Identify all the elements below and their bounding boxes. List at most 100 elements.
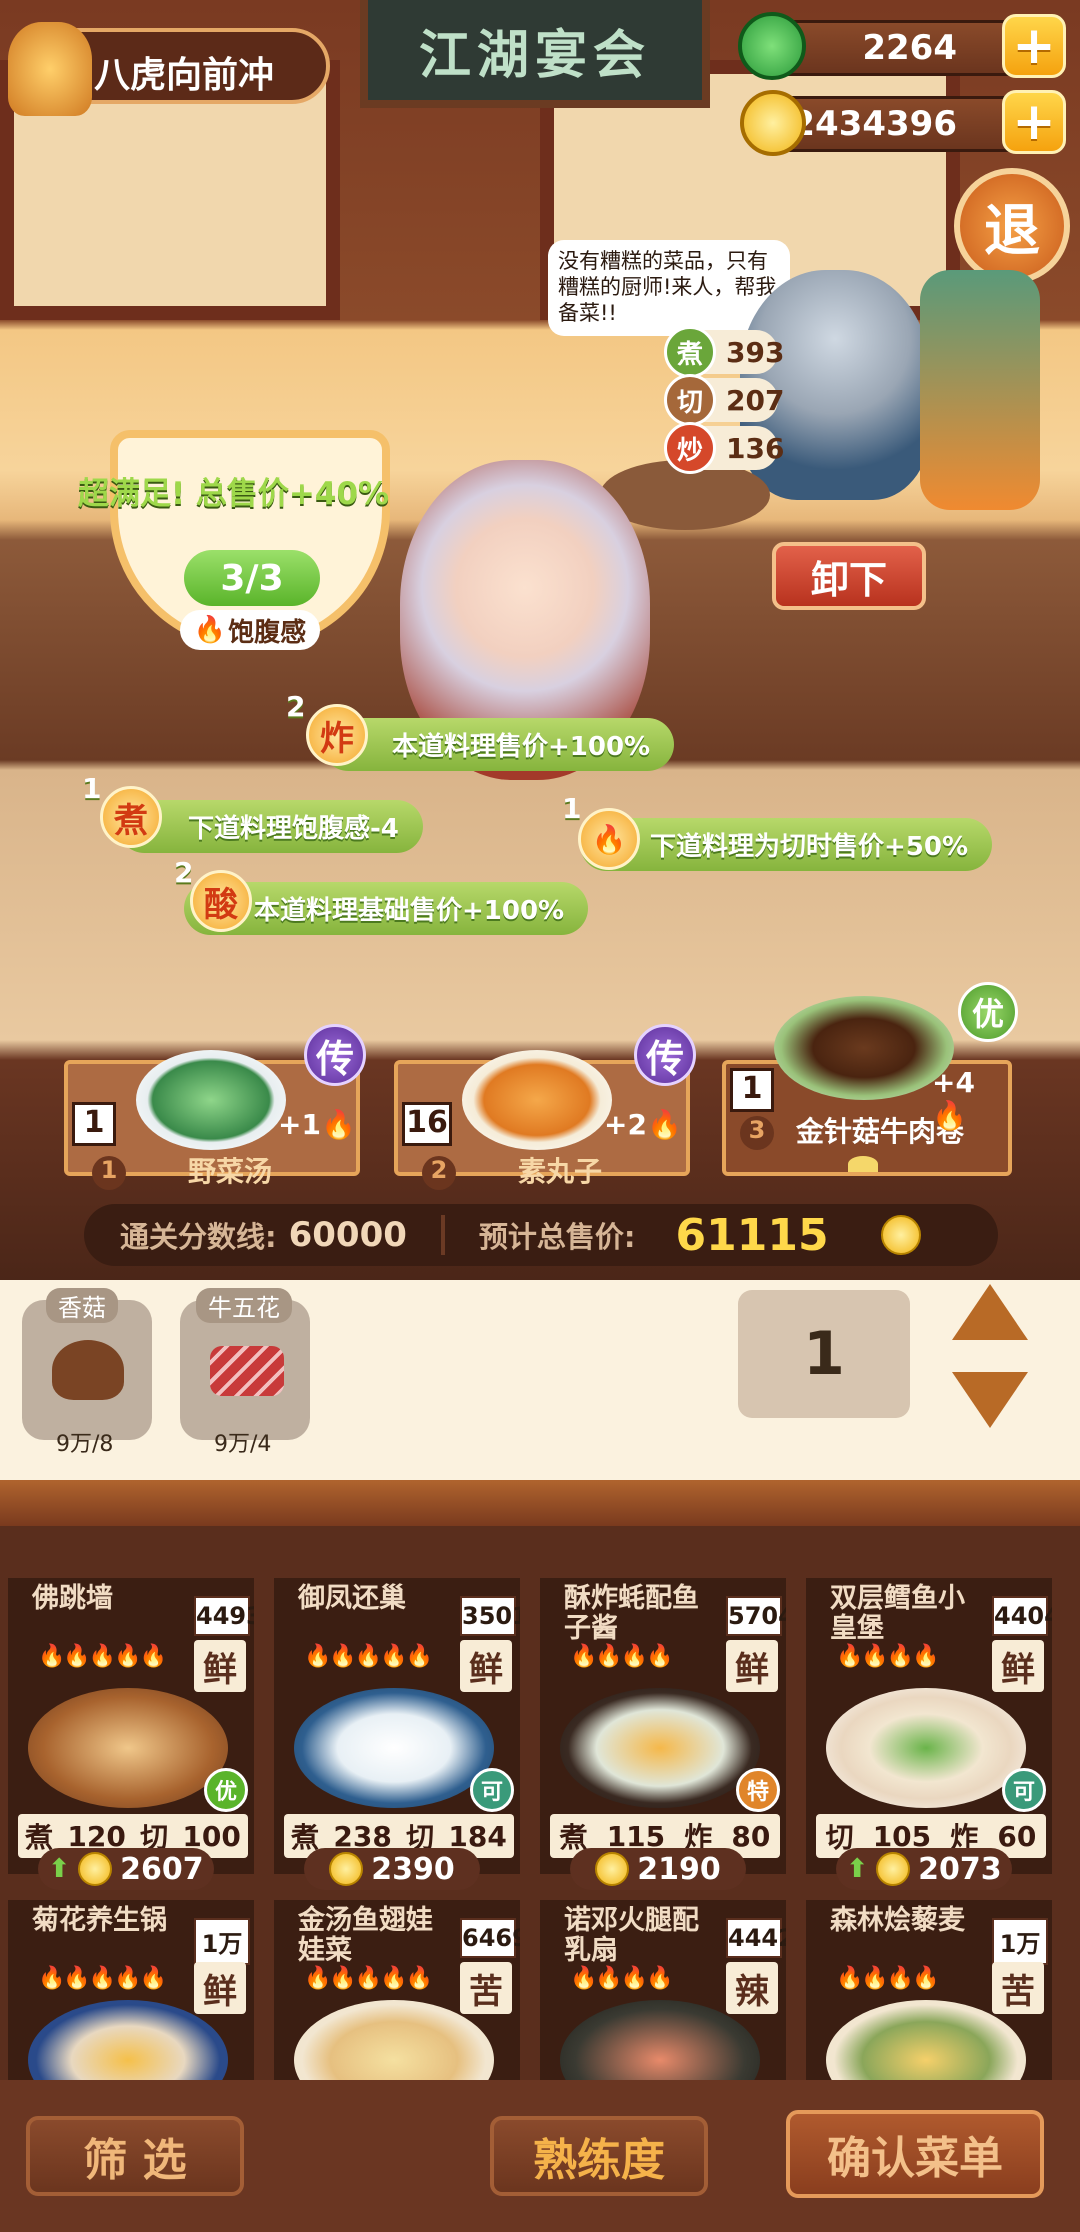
flame-rating: 🔥🔥🔥🔥 — [836, 1966, 940, 1991]
dish-image — [28, 1688, 228, 1808]
dish-sale-price: 2390 — [304, 1848, 480, 1890]
flame-rating: 🔥🔥🔥🔥 — [570, 1966, 674, 1991]
flame-rating: 🔥🔥🔥🔥🔥 — [304, 1644, 433, 1669]
dish-card[interactable]: 诺邓火腿配乳扇 4442 辣 🔥🔥🔥🔥 — [540, 1900, 786, 2080]
exit-button[interactable]: 退 — [954, 168, 1070, 284]
satisfaction-text: 超满足! 总售价+40% — [78, 476, 390, 512]
mushroom-icon — [52, 1340, 124, 1400]
rating-badge: 可 — [1002, 1768, 1046, 1812]
flame-icon: 🔥 — [193, 615, 227, 645]
coin-icon — [329, 1852, 364, 1886]
rarity-legend-badge: 传 — [304, 1024, 366, 1086]
dish-card[interactable]: 菊花养生锅 1万 鲜 🔥🔥🔥🔥🔥 — [8, 1900, 254, 2080]
selected-indicator-icon — [848, 1156, 878, 1172]
ingredient-stock: 9万/8 — [56, 1432, 114, 1457]
buff-boil-count: 1 — [82, 772, 102, 805]
decrease-arrow-icon[interactable] — [952, 1372, 1028, 1428]
dish-card[interactable]: 金汤鱼翅娃娃菜 6469 苦 🔥🔥🔥🔥🔥 — [274, 1900, 520, 2080]
bottom-action-bar: 筛 选 熟练度 确认菜单 — [0, 2080, 1080, 2232]
flame-rating: 🔥🔥🔥🔥🔥 — [304, 1966, 433, 1991]
rarity-good-badge: 优 — [958, 982, 1018, 1042]
player-name: 八虎向前冲 — [94, 55, 275, 96]
event-banner: 江湖宴会 — [360, 0, 710, 108]
buff-cut-count: 1 — [562, 792, 582, 825]
buff-fry-bubble: 本道料理售价+100% — [322, 718, 675, 771]
ingredient-panel: 香菇 9万/8 牛五花 9万/4 1 — [0, 1280, 1080, 1480]
flame-rating: 🔥🔥🔥🔥🔥 — [38, 1966, 167, 1991]
veg-ball-image — [462, 1050, 612, 1150]
rating-badge: 优 — [204, 1768, 248, 1812]
increase-arrow-icon[interactable] — [952, 1284, 1028, 1340]
add-jade-button[interactable]: + — [1002, 14, 1066, 78]
proficiency-button[interactable]: 熟练度 — [490, 2116, 708, 2196]
jar-icon — [920, 270, 1040, 510]
dish-card[interactable]: 酥炸蚝配鱼子酱 5704 鲜 🔥🔥🔥🔥 特 煮115炸80 — [540, 1578, 786, 1874]
dish-image — [826, 1688, 1026, 1808]
dish-card[interactable]: 御凤还巢 3501 鲜 🔥🔥🔥🔥🔥 可 煮238切184 — [274, 1578, 520, 1874]
jade-amount: 2264 — [862, 28, 957, 68]
coin-icon — [78, 1852, 113, 1886]
buff-sour-count: 2 — [174, 856, 194, 889]
coin-icon — [880, 1215, 921, 1255]
banner-title: 江湖宴会 — [418, 25, 651, 86]
jade-icon — [738, 12, 806, 80]
dish-card[interactable]: 森林烩藜麦 1万 苦 🔥🔥🔥🔥 — [806, 1900, 1052, 2080]
coin-icon — [740, 90, 806, 156]
npc-stat-boil: 煮 393 — [664, 326, 784, 378]
add-coins-button[interactable]: + — [1002, 90, 1066, 154]
filter-button[interactable]: 筛 选 — [26, 2116, 244, 2196]
threshold-value: 60000 — [288, 1215, 407, 1255]
dish-sale-price: ⬆ 2073 — [836, 1848, 1012, 1890]
npc-stat-stirfry: 炒 136 — [664, 422, 784, 474]
coin-icon — [595, 1852, 630, 1886]
unload-button[interactable]: 卸下 — [772, 542, 926, 610]
quantity-display: 1 — [738, 1290, 910, 1418]
kitchen-scene: 八虎向前冲 江湖宴会 2264 + 2434396 + 退 ? 没有糟糕的菜品，… — [0, 0, 1080, 1280]
dish-sale-price: ⬆ 2607 — [38, 1848, 214, 1890]
flame-rating: 🔥🔥🔥🔥 — [570, 1644, 674, 1669]
estimate-label: 预计总售价: — [478, 1220, 636, 1254]
buff-fire-tag: 🔥 — [578, 808, 640, 870]
flame-icon: 🔥 — [932, 1099, 967, 1132]
coin-amount: 2434396 — [791, 104, 957, 144]
flame-rating: 🔥🔥🔥🔥 — [836, 1644, 940, 1669]
slot-2-bonus: +2🔥 — [604, 1108, 682, 1141]
dish-card[interactable]: 双层鳕鱼小皇堡 4404 鲜 🔥🔥🔥🔥 可 切105炸60 — [806, 1578, 1052, 1874]
buff-fry-tag: 炸 — [306, 704, 368, 766]
threshold-label: 通关分数线: — [120, 1220, 277, 1254]
slot-1-bonus: +1🔥 — [278, 1108, 356, 1141]
buff-boil-bubble: 下道料理饱腹感-4 — [118, 800, 423, 853]
buff-boil-tag: 煮 — [100, 786, 162, 848]
score-bar: 通关分数线: 60000 预计总售价: 61115 — [84, 1204, 998, 1266]
satiety-label: 🔥 饱腹感 — [180, 610, 320, 650]
dish-image — [294, 1688, 494, 1808]
estimate-value: 61115 — [675, 1209, 829, 1261]
dish-grid: 佛跳墙 4493 鲜 🔥🔥🔥🔥🔥 优 煮120切100 ⬆2607 御凤还巢 3… — [0, 1480, 1080, 2080]
buff-fry-count: 2 — [286, 690, 306, 723]
npc-stat-cut: 切 207 — [664, 374, 784, 426]
buff-sour-tag: 酸 — [190, 870, 252, 932]
flame-icon: 🔥 — [646, 1108, 682, 1141]
flame-rating: 🔥🔥🔥🔥🔥 — [38, 1644, 167, 1669]
upgrade-arrow-icon: ⬆ — [846, 1854, 869, 1884]
wild-veg-soup-image — [136, 1050, 286, 1150]
player-card[interactable]: 八虎向前冲 — [8, 22, 330, 116]
dish-image — [560, 1688, 760, 1808]
dish-card[interactable]: 佛跳墙 4493 鲜 🔥🔥🔥🔥🔥 优 煮120切100 — [8, 1578, 254, 1874]
player-avatar-icon — [8, 22, 92, 116]
buff-cut-bubble: 下道料理为切时售价+50% — [580, 818, 993, 871]
rating-badge: 特 — [736, 1768, 780, 1812]
dish-sale-price: 2190 — [570, 1848, 746, 1890]
ingredient-mushroom[interactable]: 香菇 — [22, 1288, 152, 1440]
grid-header-strip — [0, 1480, 1080, 1526]
flame-icon: 🔥 — [320, 1108, 356, 1141]
divider — [440, 1215, 445, 1255]
ingredient-stock: 9万/4 — [214, 1432, 272, 1457]
confirm-menu-button[interactable]: 确认菜单 — [786, 2110, 1044, 2198]
ingredient-pork-belly[interactable]: 牛五花 — [180, 1288, 310, 1440]
upgrade-arrow-icon: ⬆ — [48, 1854, 71, 1884]
satiety-progress: 3/3 — [184, 550, 320, 606]
rarity-legend-badge: 传 — [634, 1024, 696, 1086]
coin-icon — [876, 1852, 911, 1886]
rating-badge: 可 — [470, 1768, 514, 1812]
